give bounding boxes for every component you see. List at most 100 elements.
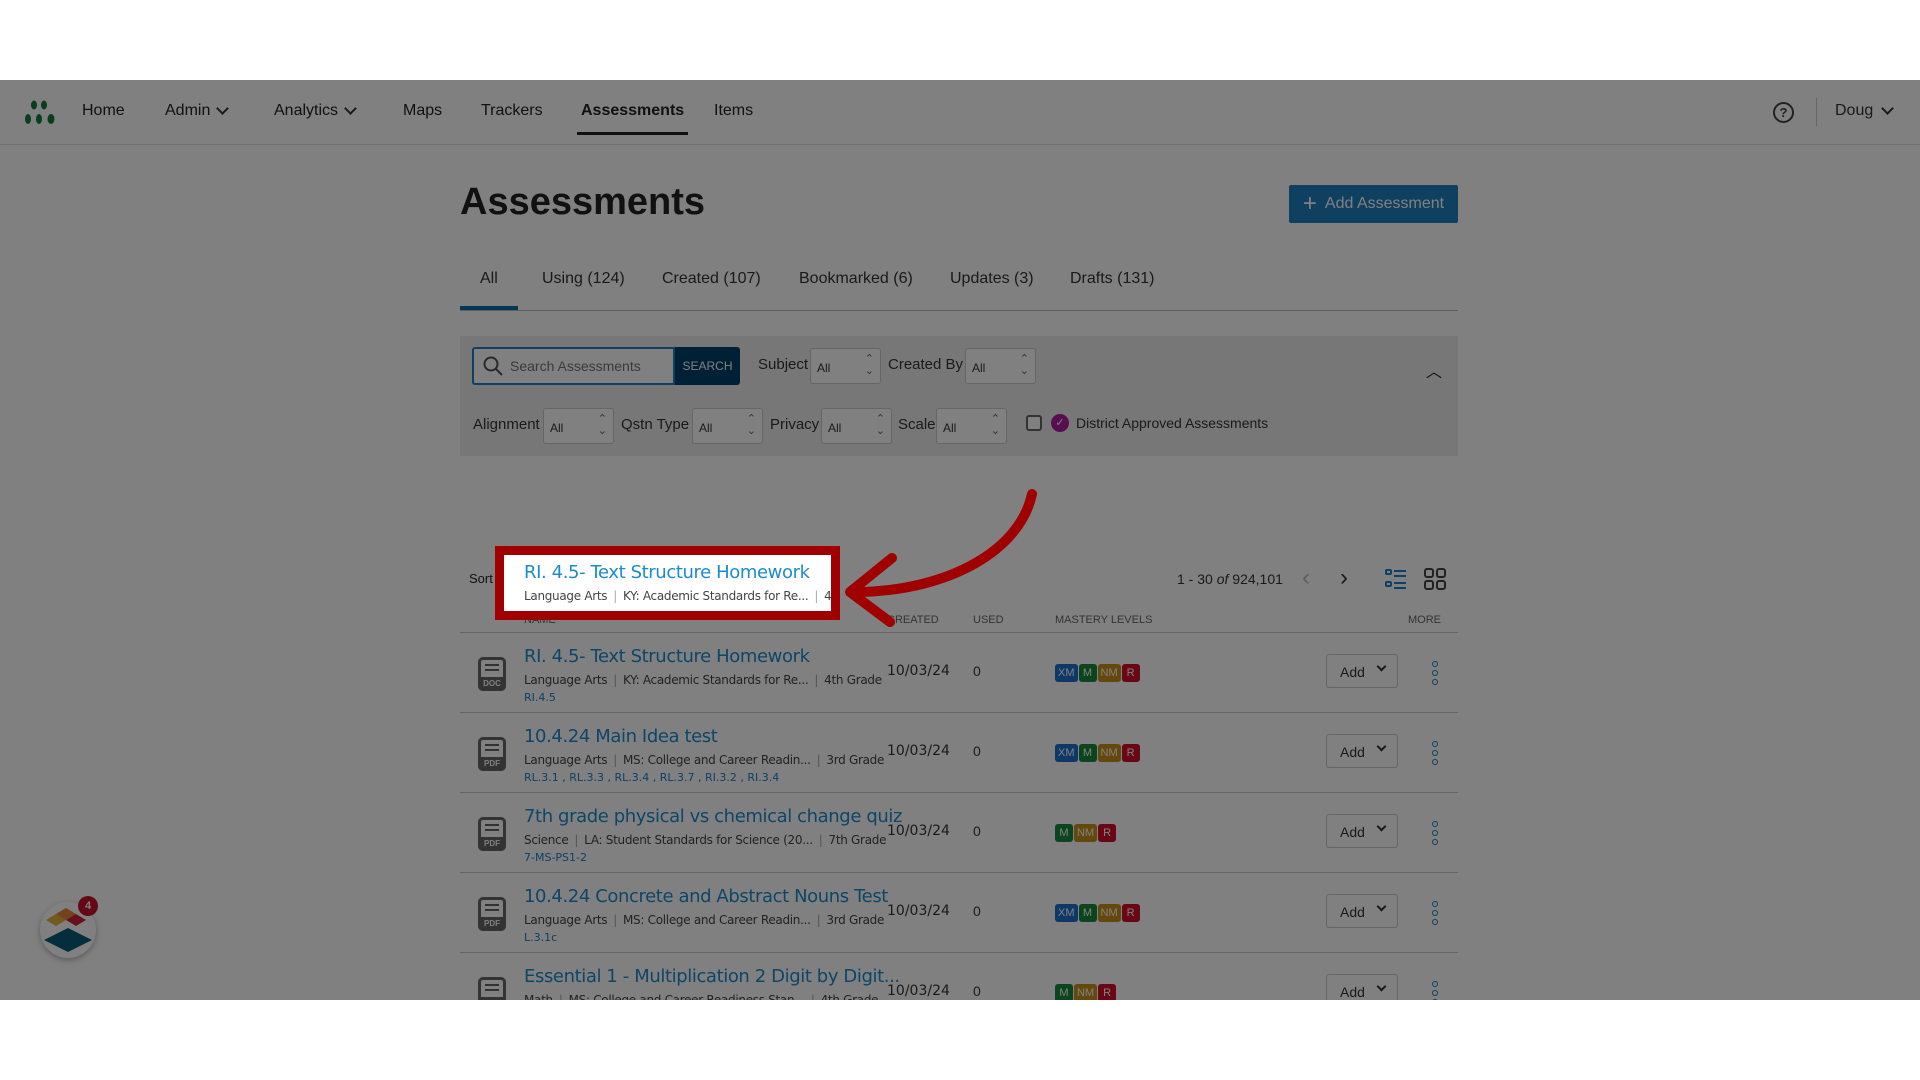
filter-panel: SEARCH Subject All Created By All ︿ Alig… [460,336,1458,456]
assessment-link[interactable]: RI. 4.5- Text Structure Homework [524,646,810,667]
add-dropdown[interactable]: Add [1326,974,1398,1000]
logo-icon[interactable] [24,100,60,126]
header-created: CREATED [887,614,939,626]
sort-control[interactable]: Sort by: Created (Most Recent) [469,571,671,586]
grade: 7th Grade [828,833,887,847]
tab-updates[interactable]: Updates (3) [948,270,1036,288]
assessment-link[interactable]: 10.4.24 Main Idea test [524,726,718,747]
standard-codes[interactable]: 7-MS-PS1-2 [524,851,587,864]
nav-label: Maps [403,102,443,119]
used-count: 0 [973,903,981,919]
nav-item-analytics[interactable]: Analytics [274,102,357,120]
add-label: Add [1340,904,1365,920]
nav-item-assessments[interactable]: Assessments [576,102,689,135]
top-nav: Home Admin Analytics Maps Trackers Assessment… [0,80,1920,145]
mastery-badge: M [1078,904,1097,922]
nav-item-home[interactable]: Home [82,102,125,120]
doc-file-icon: DOC [478,977,506,1000]
add-dropdown[interactable]: Add [1326,654,1398,688]
assessment-link[interactable]: 7th grade physical vs chemical change qu… [524,806,902,827]
chevron-up-icon[interactable]: ︿ [1426,358,1442,382]
file-type: PDF [478,837,506,851]
created-date: 10/03/24 [887,663,950,679]
sort-value[interactable]: Created (Most Recent) [517,571,655,586]
subject-label: Subject [758,356,809,373]
created-date: 10/03/24 [887,903,950,919]
grid-view-icon[interactable] [1424,568,1446,590]
page-title: Assessments [460,181,706,223]
add-label: Add [1340,664,1365,680]
tab-all[interactable]: All [460,270,518,310]
grade: 4th Grade [820,993,879,1000]
standard-codes[interactable]: RI.4.5 [524,691,556,704]
tab-created[interactable]: Created (107) [660,270,763,288]
more-options-icon[interactable] [1432,661,1438,685]
help-widget-button[interactable]: 4 [40,896,98,958]
created-date: 10/03/24 [887,743,950,759]
mastery-badge: XM [1055,664,1078,682]
nav-item-items[interactable]: Items [714,102,753,120]
assessment-link[interactable]: 10.4.24 Concrete and Abstract Nouns Test [524,886,888,907]
nav-label: Assessments [581,102,685,119]
privacy-select[interactable]: All [821,408,892,444]
tab-drafts[interactable]: Drafts (131) [1068,270,1156,288]
pdf-file-icon: PDF [478,817,506,851]
mastery-badge: XM [1055,744,1078,762]
add-dropdown[interactable]: Add [1326,894,1398,928]
next-page-icon[interactable]: › [1340,566,1348,590]
subject-select[interactable]: All [810,348,881,384]
add-dropdown[interactable]: Add [1326,734,1398,768]
of: of [1216,571,1229,587]
mastery-badge: R [1121,904,1140,922]
chevron-down-icon [216,102,230,115]
mastery-badge: M [1055,824,1073,842]
mastery-levels: XM M NM R [1055,744,1140,762]
standard-codes[interactable]: RL.3.1 , RL.3.3 , RL.3.4 , RL.3.7 , RI.3… [524,771,779,784]
mastery-badge: R [1121,744,1140,762]
used-count: 0 [973,983,981,999]
add-dropdown[interactable]: Add [1326,814,1398,848]
search-box[interactable] [472,347,675,385]
scale-select[interactable]: All [936,408,1007,444]
help-icon[interactable]: ? [1773,102,1794,123]
alignment-label: Alignment [473,416,540,433]
add-assessment-label: Add Assessment [1324,195,1445,212]
nav-label: Items [714,102,754,119]
more-options-icon[interactable] [1432,821,1438,845]
file-type: PDF [478,917,506,931]
pdf-file-icon: PDF [478,897,506,931]
created-by-select[interactable]: All [965,348,1036,384]
search-button[interactable]: SEARCH [675,347,740,385]
assessment-link[interactable]: Essential 1 - Multiplication 2 Digit by … [524,966,900,987]
add-assessment-button[interactable]: + Add Assessment [1289,185,1458,223]
nav-item-admin[interactable]: Admin [165,102,230,120]
user-menu[interactable]: Doug [1835,102,1895,120]
standard-codes[interactable]: L.3.1c [524,931,557,944]
more-options-icon[interactable] [1432,741,1438,765]
notification-badge: 4 [78,896,98,916]
more-options-icon[interactable] [1432,981,1438,1000]
search-icon [483,356,503,376]
scale-label: Scale [898,416,936,433]
standard: MS: College and Career Readiness Stan... [568,993,806,1000]
prev-page-icon[interactable]: ‹ [1302,566,1310,590]
add-label: Add [1340,984,1365,1000]
subject: Math [524,993,553,1000]
search-input[interactable] [510,358,670,374]
alignment-select[interactable]: All [543,408,614,444]
assessment-meta: Language Arts | MS: College and Career Rea… [524,753,885,767]
tab-bookmarked[interactable]: Bookmarked (6) [797,270,915,288]
list-view-icon[interactable] [1385,568,1407,590]
qstn-type-label: Qstn Type [621,416,690,433]
district-approved-checkbox[interactable] [1026,415,1042,431]
mastery-badge: NM [1074,984,1098,1000]
standard: LA: Student Standards for Science (20... [584,833,813,847]
assessment-meta: Language Arts | KY: Academic Standards for… [524,673,882,687]
tab-using[interactable]: Using (124) [540,270,627,288]
nav-item-maps[interactable]: Maps [403,102,442,120]
qstn-type-select[interactable]: All [692,408,763,444]
created-by-label: Created By [888,356,964,373]
nav-item-trackers[interactable]: Trackers [481,102,543,120]
table-row: PDF 10.4.24 Concrete and Abstract Nouns … [460,873,1458,953]
more-options-icon[interactable] [1432,901,1438,925]
